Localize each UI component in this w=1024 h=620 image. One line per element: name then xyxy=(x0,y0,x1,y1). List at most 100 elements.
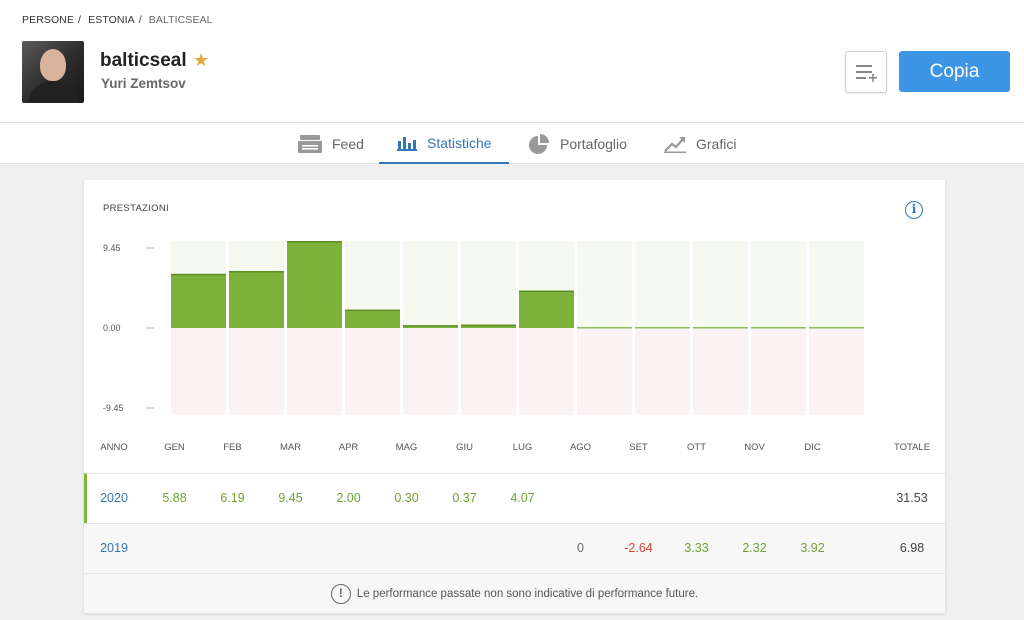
positive-zone xyxy=(403,241,458,328)
month-value: 3.92 xyxy=(800,541,825,555)
username: balticseal xyxy=(100,50,187,71)
bar-top xyxy=(287,241,342,243)
bar-top xyxy=(345,309,400,312)
month-header: MAG xyxy=(395,442,418,453)
negative-zone xyxy=(171,328,226,415)
month-value: 5.88 xyxy=(162,491,187,505)
tab-label-statistics: Statistiche xyxy=(427,134,492,151)
bar xyxy=(809,327,864,329)
table-row[interactable]: 2019 0 -2.64 3.33 2.32 3.92 6.98 xyxy=(84,523,945,573)
negative-zone xyxy=(229,328,284,415)
total-header: TOTALE xyxy=(893,442,931,453)
table-row[interactable]: 2020 5.88 6.19 9.45 2.00 0.30 0.37 4.07 31.53 xyxy=(84,473,945,523)
month-value: 0.37 xyxy=(452,491,477,505)
negative-zone xyxy=(577,328,632,415)
month-value: -2.64 xyxy=(624,541,653,555)
disclaimer-text: Le performance passate non sono indicati… xyxy=(356,587,699,600)
y-tick-label: -9.45 xyxy=(103,403,124,413)
month-header: LUG xyxy=(512,442,533,453)
avatar[interactable] xyxy=(22,41,84,103)
month-value: 3.33 xyxy=(684,541,709,555)
negative-zone xyxy=(403,328,458,415)
months-header: ANNO TOTALE GEN FEB MAR APR MAG GIU LUG AGO SET O… xyxy=(84,442,945,456)
trend-icon xyxy=(664,135,686,153)
bar xyxy=(635,327,690,329)
month-header: MAR xyxy=(279,442,302,453)
y-tick-label: 9.45 xyxy=(103,243,121,253)
breadcrumb-item-people[interactable]: PERSONE xyxy=(22,14,74,26)
tab-label-portfolio: Portafoglio xyxy=(560,135,627,152)
bar-chart-icon xyxy=(397,135,417,151)
positive-zone xyxy=(693,241,748,328)
list-add-icon xyxy=(856,65,877,82)
tab-label-charts: Grafici xyxy=(696,135,737,152)
performance-card: PRESTAZIONI i 9.45 0.00 -9.45 ANNO TOTALE … xyxy=(84,180,945,613)
profile-header: PERSONE / ESTONIA / BALTICSEAL balticseal … xyxy=(0,0,1024,122)
bar xyxy=(287,241,342,328)
copy-button[interactable]: Copia xyxy=(899,51,1010,92)
add-to-watchlist-button[interactable] xyxy=(845,51,887,93)
negative-zone xyxy=(751,328,806,415)
month-header: OTT xyxy=(687,442,706,453)
full-name: Yuri Zemtsov xyxy=(101,76,186,91)
month-header: GEN xyxy=(164,442,185,453)
positive-zone xyxy=(635,241,690,328)
month-header: GIU xyxy=(456,442,473,453)
month-value: 2.00 xyxy=(336,491,361,505)
breadcrumb-item-user: BALTICSEAL xyxy=(148,14,213,26)
bar-top xyxy=(229,271,284,273)
bar-top xyxy=(403,325,458,327)
tab-portfolio[interactable]: Portafoglio xyxy=(528,123,627,164)
breadcrumb: PERSONE / ESTONIA / BALTICSEAL xyxy=(22,14,213,26)
tab-charts[interactable]: Grafici xyxy=(664,123,736,164)
negative-zone xyxy=(809,328,864,415)
negative-zone xyxy=(635,328,690,415)
positive-zone xyxy=(577,241,632,328)
month-value: 0.30 xyxy=(394,491,419,505)
negative-zone xyxy=(287,328,342,415)
pie-chart-icon xyxy=(528,133,550,155)
bar xyxy=(171,273,226,328)
month-value: 4.07 xyxy=(510,491,535,505)
bar-top xyxy=(171,273,226,276)
month-value: 6.19 xyxy=(220,491,245,505)
bar-top xyxy=(461,324,516,327)
year-link[interactable]: 2019 xyxy=(100,541,128,555)
bar xyxy=(693,327,748,329)
month-header: NOV xyxy=(744,442,765,453)
feed-icon xyxy=(298,134,322,153)
negative-zone xyxy=(461,328,516,415)
bar xyxy=(577,327,632,329)
warning-icon: ! xyxy=(330,583,351,604)
positive-zone xyxy=(461,241,516,328)
star-icon[interactable]: ★ xyxy=(193,50,209,71)
month-header: APR xyxy=(338,442,359,453)
month-header: SET xyxy=(629,442,648,453)
row-total: 31.53 xyxy=(896,491,928,505)
positive-zone xyxy=(809,241,864,328)
month-header: DIC xyxy=(804,442,821,453)
year-link[interactable]: 2020 xyxy=(100,491,128,505)
profile-tabs: Feed Statistiche Portafoglio Grafici xyxy=(0,122,1024,164)
performance-chart: 9.45 0.00 -9.45 xyxy=(103,241,864,415)
bar xyxy=(519,290,574,328)
row-total: 6.98 xyxy=(899,541,925,555)
negative-zone xyxy=(519,328,574,415)
month-header: AGO xyxy=(569,442,592,453)
tab-feed[interactable]: Feed xyxy=(298,123,364,164)
disclaimer: ! Le performance passate non sono indica… xyxy=(84,573,945,613)
negative-zone xyxy=(345,328,400,415)
month-value: 0 xyxy=(577,541,584,555)
tab-statistics[interactable]: Statistiche xyxy=(379,123,509,164)
month-header: FEB xyxy=(223,442,242,453)
negative-zone xyxy=(693,328,748,415)
tab-label-feed: Feed xyxy=(332,135,364,152)
bar-top xyxy=(519,290,574,293)
bar xyxy=(229,271,284,328)
positive-zone xyxy=(751,241,806,328)
month-value: 9.45 xyxy=(278,491,303,505)
breadcrumb-item-country[interactable]: ESTONIA xyxy=(88,14,135,26)
month-value: 2.32 xyxy=(742,541,767,555)
y-tick-label: 0.00 xyxy=(103,323,121,333)
year-header: ANNO xyxy=(100,442,128,453)
